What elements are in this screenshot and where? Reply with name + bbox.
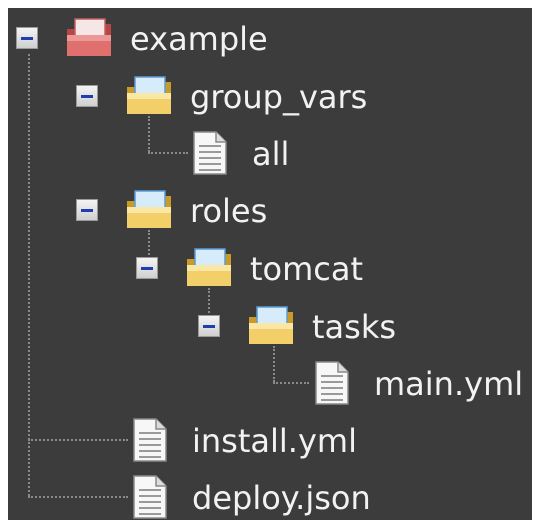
file-tree-panel: example group_vars all roles tomcat task… <box>8 8 532 520</box>
tree-item-tasks[interactable]: tasks <box>190 303 450 349</box>
collapse-toggle[interactable] <box>136 257 158 279</box>
tree-item-label: deploy.json <box>192 479 371 517</box>
tree-item-roles[interactable]: roles <box>68 187 328 233</box>
collapse-toggle[interactable] <box>76 199 98 221</box>
tree-item-group-vars[interactable]: group_vars <box>68 73 448 119</box>
file-icon <box>128 417 172 467</box>
tree-item-main-yml[interactable]: main.yml <box>310 360 532 406</box>
tree-connector <box>28 496 128 498</box>
file-icon <box>188 130 232 180</box>
tree-item-label: main.yml <box>374 365 524 403</box>
file-icon <box>310 360 354 410</box>
folder-icon <box>124 187 174 237</box>
tree-item-all[interactable]: all <box>188 130 328 176</box>
tree-item-install-yml[interactable]: install.yml <box>128 417 408 463</box>
folder-icon <box>124 73 174 123</box>
tree-item-example[interactable]: example <box>8 15 328 61</box>
file-icon <box>128 474 172 520</box>
red-folder-icon <box>64 15 114 65</box>
tree-item-deploy-json[interactable]: deploy.json <box>128 474 428 520</box>
tree-item-label: tasks <box>312 308 397 346</box>
tree-connector <box>148 152 188 154</box>
tree-item-tomcat[interactable]: tomcat <box>128 245 408 291</box>
tree-item-label: example <box>130 20 268 58</box>
tree-item-label: roles <box>190 192 268 230</box>
tree-item-label: group_vars <box>190 78 368 116</box>
tree-connector <box>28 54 30 496</box>
tree-item-label: install.yml <box>192 422 357 460</box>
tree-item-label: tomcat <box>250 250 364 288</box>
collapse-toggle[interactable] <box>16 27 38 49</box>
tree-item-label: all <box>252 135 290 173</box>
collapse-toggle[interactable] <box>76 85 98 107</box>
folder-icon <box>184 245 234 295</box>
folder-icon <box>246 303 296 353</box>
collapse-toggle[interactable] <box>198 315 220 337</box>
tree-connector <box>28 439 128 441</box>
tree-connector <box>273 382 309 384</box>
